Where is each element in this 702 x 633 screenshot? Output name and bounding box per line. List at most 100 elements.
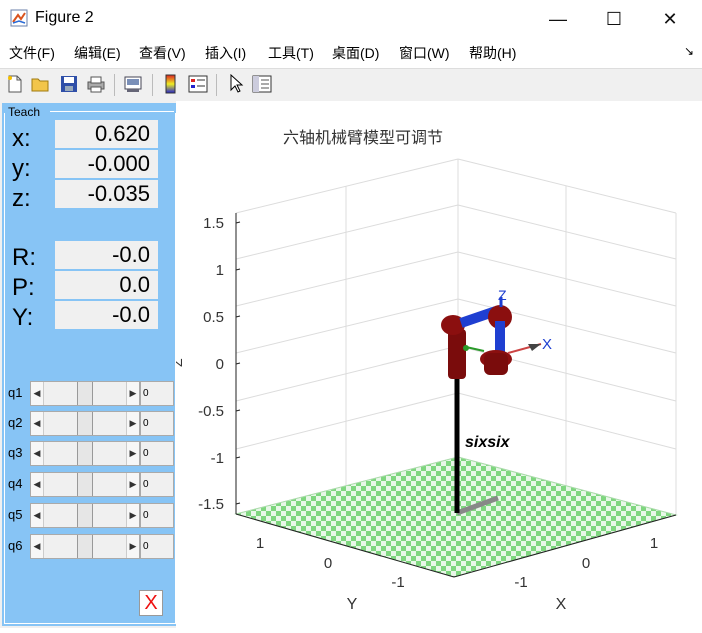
toolbar xyxy=(0,68,702,102)
q1-slider[interactable]: ◀ ▶ xyxy=(30,381,140,406)
z-axis-ticks: 1.5 1 0.5 0 -0.5 -1 -1.5 xyxy=(198,215,224,513)
q6-slider[interactable]: ◀ ▶ xyxy=(30,534,140,559)
slider-right-arrow-icon[interactable]: ▶ xyxy=(126,504,139,527)
q5-slider[interactable]: ◀ ▶ xyxy=(30,503,140,528)
slider-left-arrow-icon[interactable]: ◀ xyxy=(31,504,44,527)
z-tick: -1.5 xyxy=(198,496,224,513)
z-tick: 0.5 xyxy=(203,309,224,326)
roll-value: -0.0 xyxy=(55,241,158,269)
x-axis-label: X xyxy=(556,596,567,613)
q2-value-field[interactable]: 0 xyxy=(140,411,174,436)
slider-thumb[interactable] xyxy=(77,473,93,496)
x-tick: 1 xyxy=(650,535,658,552)
z-tick: 0 xyxy=(216,356,224,373)
menu-help[interactable]: 帮助(H) xyxy=(469,43,516,63)
z-axis-label: Z xyxy=(176,358,185,367)
y-axis-label: Y xyxy=(347,596,358,613)
q3-value-field[interactable]: 0 xyxy=(140,441,174,466)
menu-file[interactable]: 文件(F) xyxy=(9,43,55,63)
menu-tools[interactable]: 工具(T) xyxy=(268,43,314,63)
slider-right-arrow-icon[interactable]: ▶ xyxy=(126,382,139,405)
menu-desktop[interactable]: 桌面(D) xyxy=(332,43,379,63)
menu-view[interactable]: 查看(V) xyxy=(139,43,186,63)
q4-value-field[interactable]: 0 xyxy=(140,472,174,497)
frame-y-arrow xyxy=(463,345,469,351)
teach-panel-border xyxy=(50,111,174,112)
q4-slider[interactable]: ◀ ▶ xyxy=(30,472,140,497)
q6-label: q6 xyxy=(8,538,23,553)
q3-label: q3 xyxy=(8,445,23,460)
x-tick: 0 xyxy=(582,555,590,572)
menu-window[interactable]: 窗口(W) xyxy=(399,43,450,63)
q2-slider[interactable]: ◀ ▶ xyxy=(30,411,140,436)
slider-right-arrow-icon[interactable]: ▶ xyxy=(126,412,139,435)
legend-icon[interactable] xyxy=(187,73,209,95)
slider-right-arrow-icon[interactable]: ▶ xyxy=(126,442,139,465)
csdn-watermark: CSDN @锅小白 xyxy=(586,605,679,620)
q1-label: q1 xyxy=(8,385,23,400)
z-tick: 1 xyxy=(216,262,224,279)
slider-right-arrow-icon[interactable]: ▶ xyxy=(126,473,139,496)
menu-edit[interactable]: 编辑(E) xyxy=(74,43,121,63)
z-tick: 1.5 xyxy=(203,215,224,232)
y-label: y: xyxy=(12,155,31,182)
slider-left-arrow-icon[interactable]: ◀ xyxy=(31,412,44,435)
frame-x-label: X xyxy=(542,336,552,353)
z-label: z: xyxy=(12,185,31,212)
z-tick: -1 xyxy=(211,450,224,467)
robot-joint xyxy=(484,353,508,375)
slider-thumb[interactable] xyxy=(77,504,93,527)
q3-slider[interactable]: ◀ ▶ xyxy=(30,441,140,466)
title-bar: Figure 2 — ☐ ✕ xyxy=(0,0,702,38)
roll-label: R: xyxy=(12,244,36,271)
z-tick-marks xyxy=(235,221,241,505)
teach-close-button[interactable]: X xyxy=(139,590,163,616)
print-icon[interactable] xyxy=(85,73,107,95)
new-file-icon[interactable] xyxy=(4,73,26,95)
plot-area: 六轴机械臂模型可调节 1.5 1 0.5 0 -0.5 -1 -1.5 1 0 … xyxy=(169,101,702,628)
q1-value-field[interactable]: 0 xyxy=(140,381,174,406)
q6-value-field[interactable]: 0 xyxy=(140,534,174,559)
pitch-value: 0.0 xyxy=(55,271,158,299)
robot-3d-axes[interactable]: 六轴机械臂模型可调节 1.5 1 0.5 0 -0.5 -1 -1.5 1 0 … xyxy=(169,101,702,628)
pointer-icon[interactable] xyxy=(225,73,247,95)
y-tick: 0 xyxy=(324,555,332,572)
y-value: -0.000 xyxy=(55,150,158,178)
slider-left-arrow-icon[interactable]: ◀ xyxy=(31,382,44,405)
q2-label: q2 xyxy=(8,415,23,430)
z-value: -0.035 xyxy=(55,180,158,208)
y-tick: -1 xyxy=(391,574,404,591)
teach-panel: Teach x: 0.620 y: -0.000 z: -0.035 R: -0… xyxy=(2,103,176,626)
minimize-button[interactable]: — xyxy=(532,0,584,38)
y-tick: 1 xyxy=(256,535,264,552)
slider-thumb[interactable] xyxy=(77,535,93,558)
close-window-button[interactable]: ✕ xyxy=(644,0,696,38)
q5-label: q5 xyxy=(8,507,23,522)
slider-left-arrow-icon[interactable]: ◀ xyxy=(31,535,44,558)
slider-thumb[interactable] xyxy=(77,382,93,405)
toolbar-separator xyxy=(216,74,217,96)
toolbar-separator xyxy=(114,74,115,96)
menu-overflow-icon[interactable]: ↘ xyxy=(684,44,694,58)
teach-panel-title: Teach xyxy=(8,105,41,119)
menu-insert[interactable]: 插入(I) xyxy=(205,43,246,63)
slider-right-arrow-icon[interactable]: ▶ xyxy=(126,535,139,558)
save-icon[interactable] xyxy=(58,73,80,95)
window-title: Figure 2 xyxy=(35,9,94,26)
maximize-button[interactable]: ☐ xyxy=(588,0,640,38)
q4-label: q4 xyxy=(8,476,23,491)
q5-value-field[interactable]: 0 xyxy=(140,503,174,528)
slider-left-arrow-icon[interactable]: ◀ xyxy=(31,442,44,465)
z-tick: -0.5 xyxy=(198,403,224,420)
slider-thumb[interactable] xyxy=(77,412,93,435)
colorbar-icon[interactable] xyxy=(160,73,182,95)
slider-thumb[interactable] xyxy=(77,442,93,465)
link-plot-icon[interactable] xyxy=(122,73,144,95)
x-label: x: xyxy=(12,125,31,152)
toolbar-separator xyxy=(152,74,153,96)
open-folder-icon[interactable] xyxy=(30,73,52,95)
slider-left-arrow-icon[interactable]: ◀ xyxy=(31,473,44,496)
yaw-label: Y: xyxy=(12,304,34,331)
yaw-value: -0.0 xyxy=(55,301,158,329)
property-inspector-icon[interactable] xyxy=(251,73,273,95)
